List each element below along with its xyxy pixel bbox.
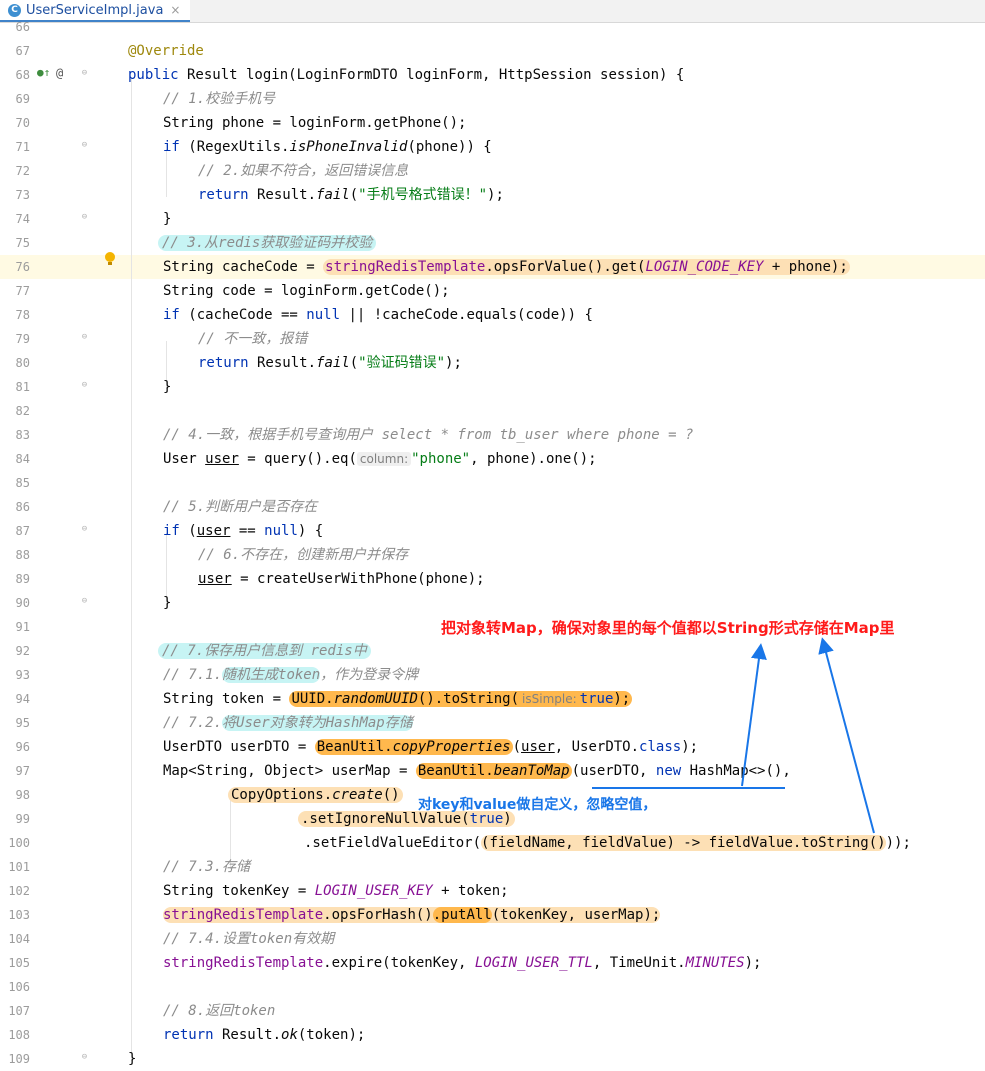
annotation-arrows xyxy=(592,637,875,834)
arrow-to-annotation-2 xyxy=(818,637,875,834)
arrow-to-annotation-1 xyxy=(741,643,767,787)
code-editor[interactable]: 66 67 68 69 70 71 72 73 74 75 76 77 78 79 80 81 82 83 84 85… xyxy=(0,20,985,1067)
